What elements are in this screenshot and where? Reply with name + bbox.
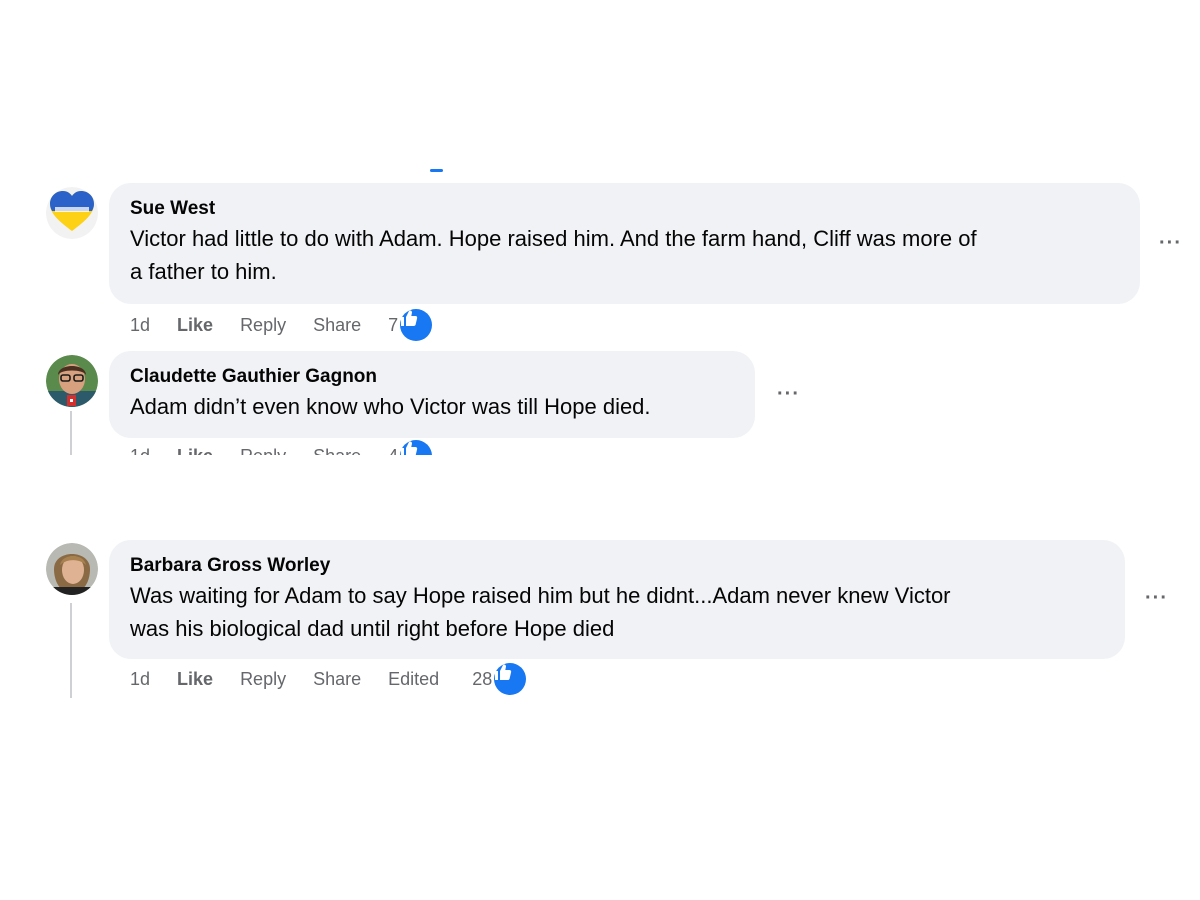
cropped-element-sliver [430, 169, 443, 172]
thumbs-up-icon[interactable] [494, 663, 527, 695]
edited-label[interactable]: Edited [388, 669, 439, 690]
thread-line [70, 603, 72, 698]
avatar[interactable] [46, 187, 98, 239]
thread-line [70, 411, 72, 455]
thumbs-up-icon[interactable] [400, 440, 433, 455]
comment-author[interactable]: Sue West [130, 197, 1120, 221]
more-options-icon[interactable]: ··· [1145, 588, 1168, 608]
ukraine-heart-avatar-icon [46, 187, 98, 239]
share-button[interactable]: Share [313, 446, 361, 456]
comment-text-line: Adam didn’t even know who Victor was til… [130, 394, 651, 419]
user-photo-avatar-icon [46, 355, 98, 407]
comment-bubble: Barbara Gross Worley Was waiting for Ada… [109, 540, 1125, 659]
comment-text-line: a father to him. [130, 259, 277, 284]
avatar[interactable] [46, 355, 98, 407]
share-button[interactable]: Share [313, 315, 361, 336]
comment-actions: 1d Like Reply Share 7 [130, 308, 433, 342]
reply-button[interactable]: Reply [240, 315, 286, 336]
more-options-icon[interactable]: ··· [1159, 233, 1182, 253]
reply-button[interactable]: Reply [240, 446, 286, 456]
user-photo-avatar-icon [46, 543, 98, 595]
comment-text-line: Was waiting for Adam to say Hope raised … [130, 583, 951, 608]
reaction-count[interactable]: 28 [472, 669, 492, 690]
comments-crop-top: Sue West Victor had little to do with Ad… [0, 165, 1200, 455]
thumbs-up-icon[interactable] [400, 309, 433, 341]
comment-actions: 1d Like Reply Share 4 [130, 439, 433, 456]
reply-button[interactable]: Reply [240, 669, 286, 690]
comment-text-line: Victor had little to do with Adam. Hope … [130, 226, 977, 251]
more-options-icon[interactable]: ··· [777, 384, 800, 404]
comment-timestamp[interactable]: 1d [130, 669, 150, 690]
reaction-count[interactable]: 4 [388, 446, 398, 456]
like-button[interactable]: Like [177, 669, 213, 690]
comments-crop-bottom: Barbara Gross Worley Was waiting for Ada… [0, 520, 1200, 700]
like-button[interactable]: Like [177, 446, 213, 456]
comment-timestamp[interactable]: 1d [130, 315, 150, 336]
comment-bubble: Claudette Gauthier Gagnon Adam didn’t ev… [109, 351, 755, 438]
comment-actions: 1d Like Reply Share Edited 28 [130, 662, 527, 696]
comment-author[interactable]: Claudette Gauthier Gagnon [130, 365, 735, 389]
comment-timestamp[interactable]: 1d [130, 446, 150, 456]
like-button[interactable]: Like [177, 315, 213, 336]
comment-bubble: Sue West Victor had little to do with Ad… [109, 183, 1140, 304]
avatar[interactable] [46, 543, 98, 595]
comment-text-line: was his biological dad until right befor… [130, 616, 615, 641]
reaction-count[interactable]: 7 [388, 315, 398, 336]
comment-author[interactable]: Barbara Gross Worley [130, 554, 1105, 578]
share-button[interactable]: Share [313, 669, 361, 690]
